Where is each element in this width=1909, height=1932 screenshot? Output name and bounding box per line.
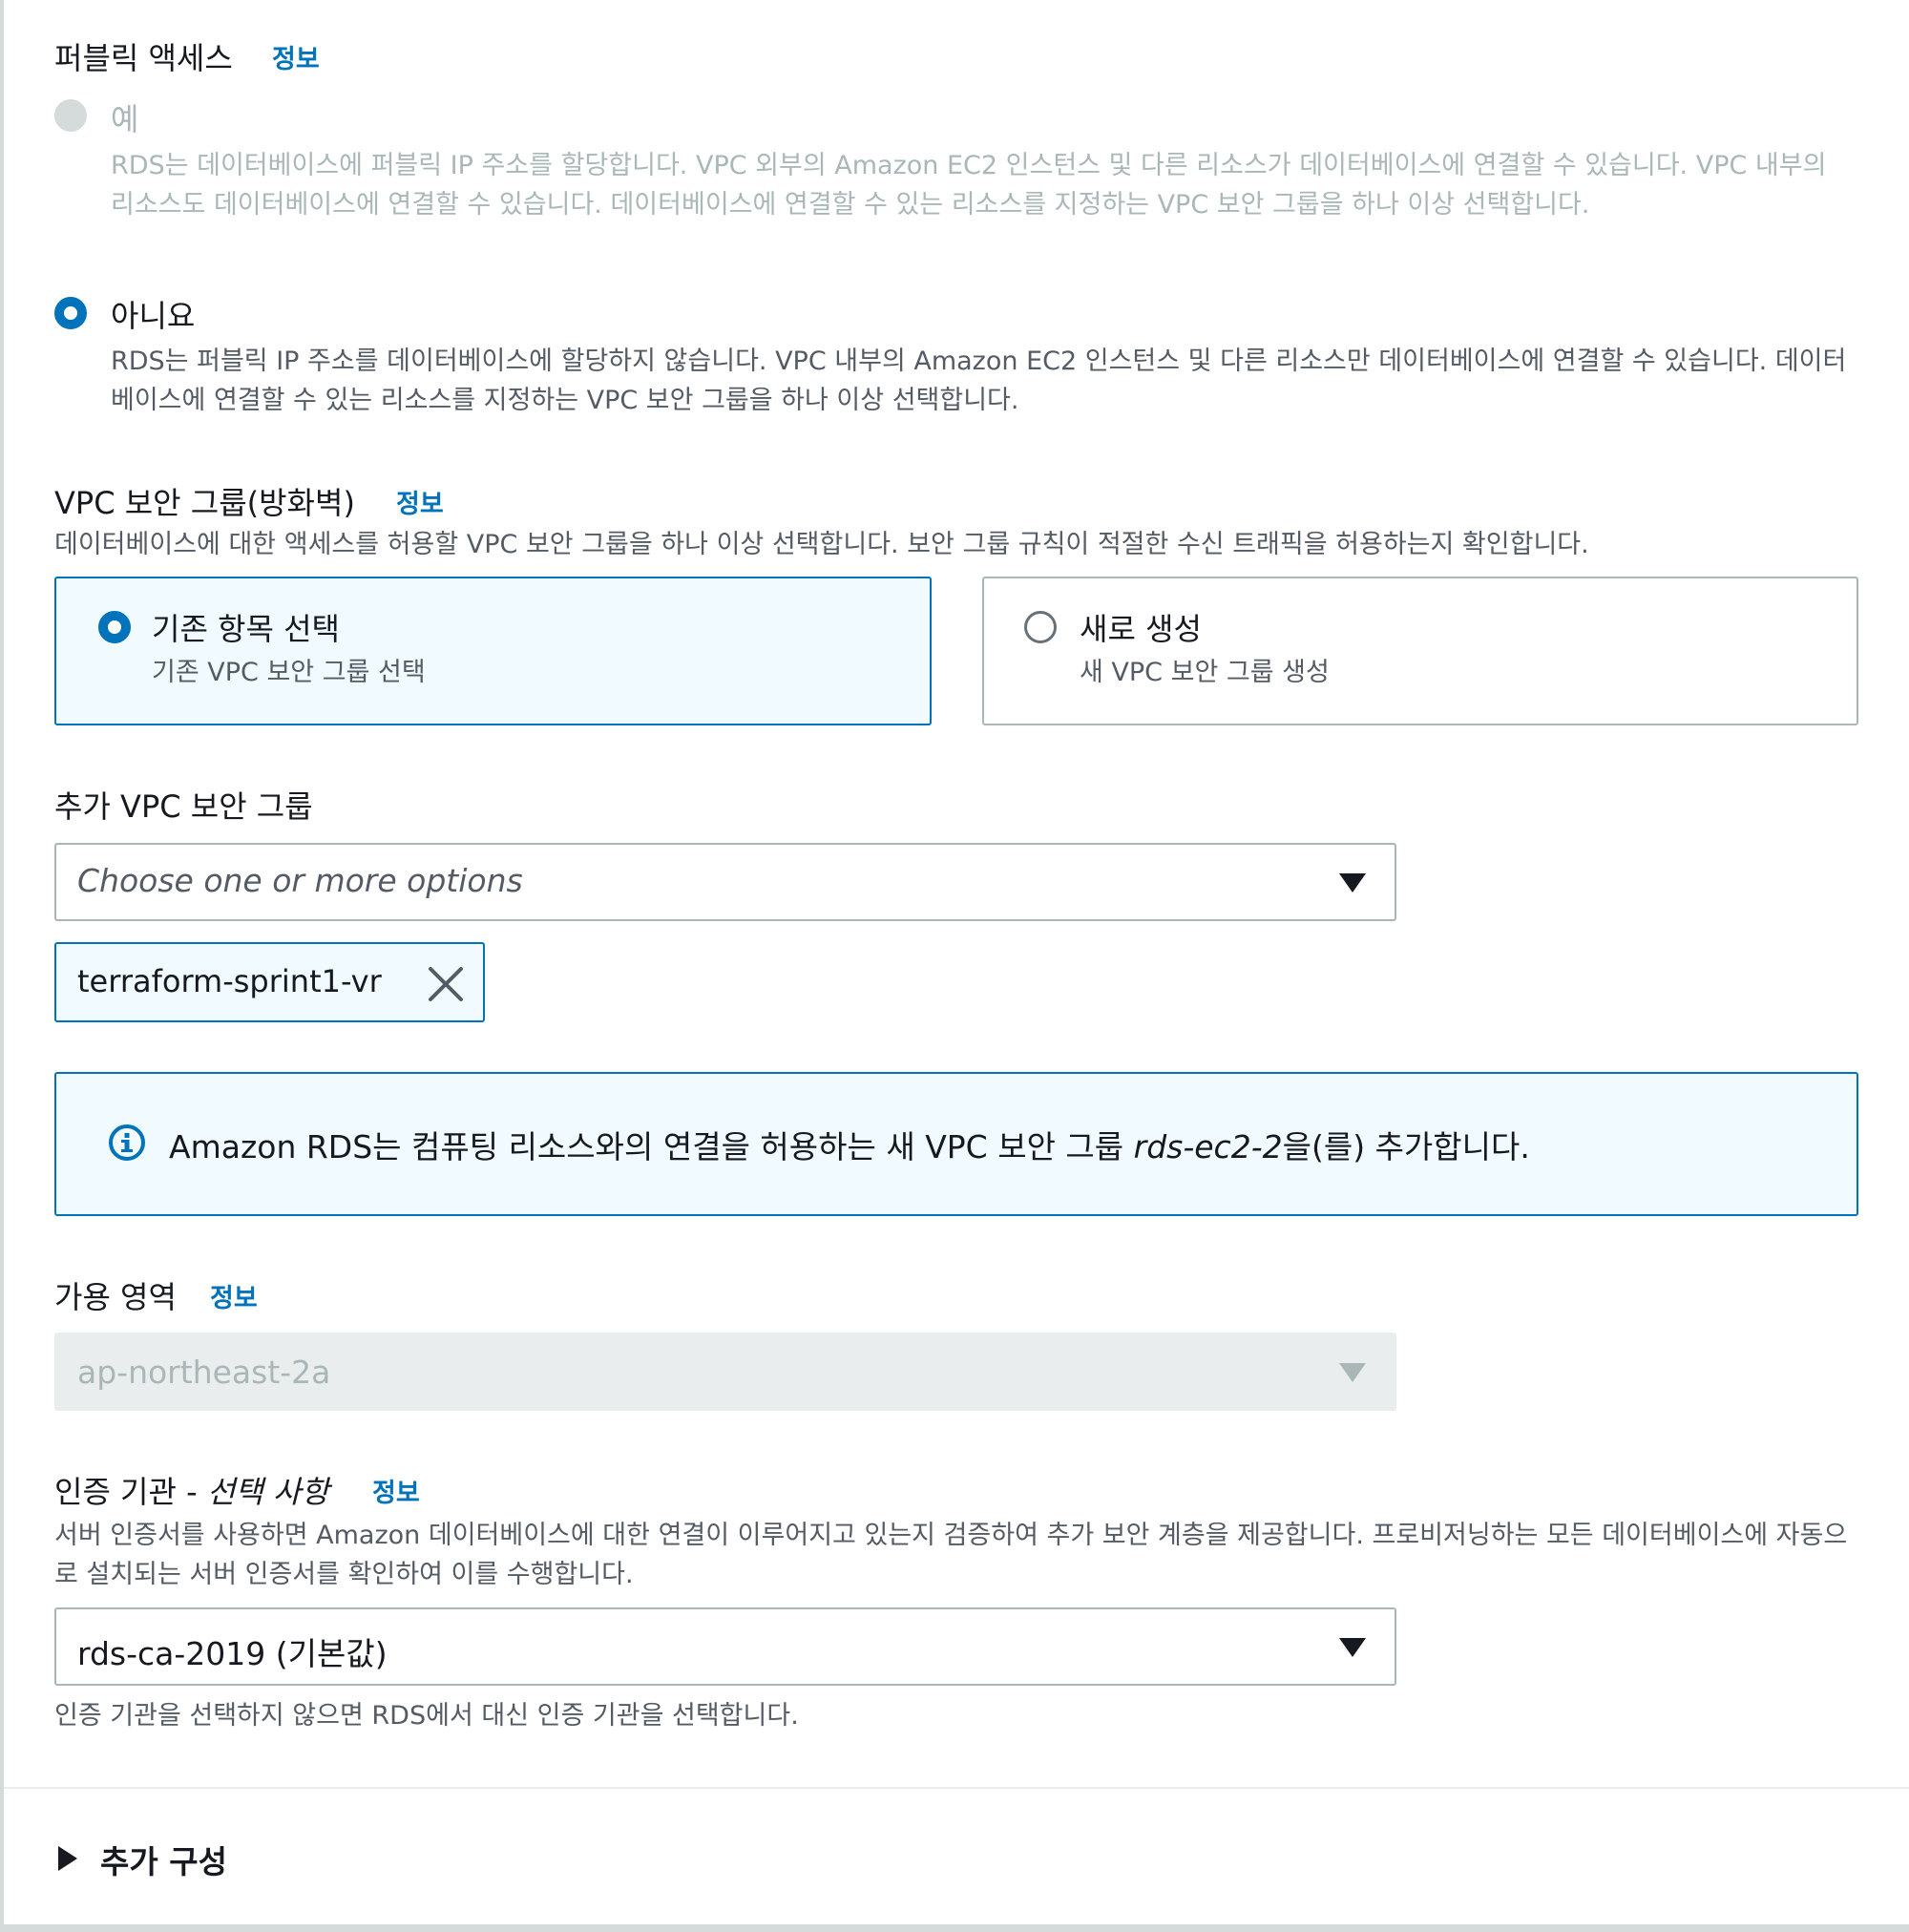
additional-sg-placeholder: Choose one or more options <box>77 862 523 899</box>
chevron-down-icon <box>1339 1638 1366 1657</box>
sg-token-remove-button[interactable] <box>427 965 465 1003</box>
tile-create-new-title: 새로 생성 <box>1080 611 1202 647</box>
info-alert-text-main: Amazon RDS는 컴퓨팅 리소스와의 연결을 허용하는 새 VPC 보안 … <box>169 1128 1134 1166</box>
radio-public-no[interactable] <box>54 297 87 329</box>
close-icon <box>429 967 463 1001</box>
public-access-info-link[interactable]: 정보 <box>272 38 320 75</box>
info-icon <box>108 1124 146 1162</box>
info-alert: Amazon RDS는 컴퓨팅 리소스와의 연결을 허용하는 새 VPC 보안 … <box>54 1072 1858 1216</box>
section-divider <box>4 1787 1909 1789</box>
radio-no-label: 아니요 <box>111 298 196 334</box>
tile-create-new-radio[interactable] <box>1024 611 1057 643</box>
chevron-down-icon <box>1339 873 1366 892</box>
additional-sg-label: 추가 VPC 보안 그룹 <box>54 788 313 825</box>
radio-no-description: RDS는 퍼블릭 IP 주소를 데이터베이스에 할당하지 않습니다. VPC 내… <box>111 346 1847 415</box>
sg-token: terraform-sprint1-vr <box>54 942 485 1022</box>
vpc-security-group-description: 데이터베이스에 대한 액세스를 허용할 VPC 보안 그룹을 하나 이상 선택합… <box>54 530 1589 559</box>
info-alert-group-name: rds-ec2-2 <box>1133 1128 1283 1166</box>
vpc-security-group-info-link[interactable]: 정보 <box>396 483 444 520</box>
additional-config-label: 추가 구성 <box>100 1843 227 1880</box>
radio-yes-label: 예 <box>111 101 139 137</box>
page-left-border <box>0 0 4 1932</box>
certificate-authority-description: 서버 인증서를 사용하면 Amazon 데이터베이스에 대한 연결이 이루어지고… <box>54 1521 1848 1589</box>
availability-zone-label: 가용 영역 <box>54 1279 177 1315</box>
tile-create-new[interactable]: 새로 생성 새 VPC 보안 그룹 생성 <box>982 577 1858 725</box>
public-access-label: 퍼블릭 액세스 <box>54 40 233 76</box>
chevron-down-icon <box>1339 1363 1366 1382</box>
info-alert-text-end: 을(를) 추가합니다. <box>1282 1128 1530 1166</box>
certificate-authority-select[interactable]: rds-ca-2019 (기본값) <box>54 1607 1396 1686</box>
availability-zone-value: ap-northeast-2a <box>77 1354 331 1391</box>
page-bottom-border <box>0 1924 1909 1932</box>
certificate-authority-label: 인증 기관 - 선택 사항 <box>54 1468 329 1512</box>
radio-no-indicator[interactable] <box>54 297 87 329</box>
certificate-authority-value: rds-ca-2019 (기본값) <box>77 1635 388 1672</box>
additional-sg-select[interactable]: Choose one or more options <box>54 843 1396 921</box>
tile-choose-existing-title: 기존 항목 선택 <box>152 611 340 647</box>
certificate-authority-title: 인증 기관 - <box>54 1474 207 1510</box>
sg-token-label: terraform-sprint1-vr <box>77 963 382 999</box>
tile-choose-existing-subtitle: 기존 VPC 보안 그룹 선택 <box>152 658 426 687</box>
additional-config-toggle[interactable]: 추가 구성 <box>54 1835 303 1882</box>
radio-public-yes[interactable] <box>54 99 87 132</box>
caret-right-icon <box>58 1846 77 1871</box>
radio-yes-description: RDS는 데이터베이스에 퍼블릭 IP 주소를 할당합니다. VPC 외부의 A… <box>111 151 1827 220</box>
radio-yes-indicator[interactable] <box>54 99 87 132</box>
availability-zone-select[interactable]: ap-northeast-2a <box>54 1333 1396 1411</box>
certificate-authority-optional: 선택 사항 <box>206 1474 329 1510</box>
tile-create-new-subtitle: 새 VPC 보안 그룹 생성 <box>1080 658 1330 687</box>
info-alert-text: Amazon RDS는 컴퓨팅 리소스와의 연결을 허용하는 새 VPC 보안 … <box>169 1122 1530 1167</box>
vpc-security-group-label: VPC 보안 그룹(방화벽) <box>54 485 355 521</box>
certificate-authority-info-link[interactable]: 정보 <box>372 1472 420 1509</box>
tile-choose-existing-radio[interactable] <box>98 611 131 643</box>
availability-zone-info-link[interactable]: 정보 <box>210 1277 258 1314</box>
tile-choose-existing[interactable]: 기존 항목 선택 기존 VPC 보안 그룹 선택 <box>54 577 932 725</box>
certificate-authority-hint: 인증 기관을 선택하지 않으면 RDS에서 대신 인증 기관을 선택합니다. <box>54 1701 799 1731</box>
